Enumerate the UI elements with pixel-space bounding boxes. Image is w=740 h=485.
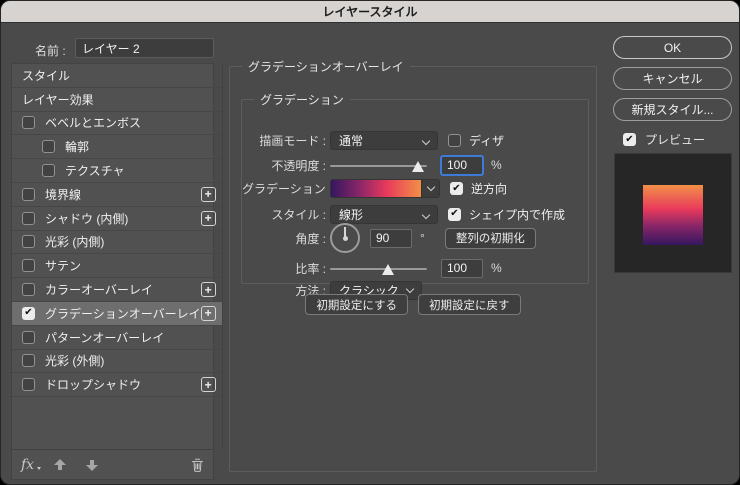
gradient-legend: グラデーション	[254, 91, 350, 108]
sidebar-item-outer-glow[interactable]: 光彩 (外側)	[12, 350, 222, 374]
preview-toggle: ✔ プレビュー	[623, 131, 705, 148]
checkbox[interactable]	[22, 212, 35, 225]
scale-slider-thumb[interactable]	[382, 264, 394, 275]
sidebar-item-drop-shadow[interactable]: ドロップシャドウ +	[12, 373, 222, 397]
sidebar-item-inner-shadow[interactable]: シャドウ (内側) +	[12, 207, 222, 231]
chevron-down-icon	[426, 183, 434, 191]
sidebar-item-bevel-emboss[interactable]: ベベルとエンボス	[12, 112, 222, 136]
checkbox[interactable]	[22, 378, 35, 391]
checkbox[interactable]	[22, 331, 35, 344]
sidebar-item-gradient-overlay[interactable]: ✔ グラデーションオーバーレイ +	[12, 302, 222, 326]
fx-menu-icon[interactable]: fx	[21, 458, 34, 472]
blend-mode-select[interactable]: 通常	[330, 131, 438, 150]
preview-checkbox[interactable]: ✔	[623, 133, 636, 146]
move-down-icon[interactable]	[86, 459, 98, 471]
checkbox[interactable]	[22, 259, 35, 272]
chevron-down-icon	[406, 285, 414, 293]
sidebar-scrollbar[interactable]	[222, 64, 223, 449]
opacity-unit: %	[491, 158, 502, 172]
dialog-title: レイヤースタイル	[1, 1, 739, 23]
angle-unit: °	[420, 231, 425, 245]
angle-dial[interactable]	[330, 223, 360, 253]
angle-input[interactable]	[370, 229, 412, 248]
gradient-swatch[interactable]	[331, 180, 421, 197]
gradient-picker[interactable]	[330, 179, 440, 198]
blend-mode-label: 描画モード :	[242, 132, 326, 149]
sidebar-item-satin[interactable]: サテン	[12, 254, 222, 278]
checkbox[interactable]	[22, 235, 35, 248]
dither-checkbox[interactable]	[448, 134, 461, 147]
add-effect-icon[interactable]: +	[201, 306, 216, 321]
add-effect-icon[interactable]: +	[201, 211, 216, 226]
sidebar-item-contour[interactable]: 輪郭	[12, 135, 222, 159]
sidebar-item-styles[interactable]: スタイル	[12, 64, 222, 88]
reverse-checkbox[interactable]: ✔	[450, 182, 463, 195]
opacity-slider-thumb[interactable]	[412, 161, 424, 172]
gradient-overlay-group: グラデーションオーバーレイ グラデーション 描画モード : 通常 ディザ 不透明…	[229, 58, 597, 472]
scale-input[interactable]	[441, 259, 483, 278]
scale-row: 比率 : %	[242, 258, 580, 278]
make-default-button[interactable]: 初期設定にする	[305, 294, 408, 315]
opacity-row: 不透明度 : %	[242, 155, 580, 175]
defaults-buttons: 初期設定にする 初期設定に戻す	[230, 294, 596, 315]
shape-checkbox[interactable]: ✔	[448, 208, 461, 221]
checkbox[interactable]	[42, 164, 55, 177]
angle-row: 角度 : ° 整列の初期化	[242, 222, 580, 254]
style-select[interactable]: 線形	[330, 205, 438, 224]
sidebar-item-color-overlay[interactable]: カラーオーバーレイ +	[12, 278, 222, 302]
delete-effect-icon[interactable]	[191, 458, 204, 472]
gradient-group: グラデーション 描画モード : 通常 ディザ 不透明度 : % グラデー	[241, 91, 589, 284]
cancel-button[interactable]: キャンセル	[613, 67, 732, 90]
checkbox[interactable]	[22, 354, 35, 367]
opacity-slider[interactable]	[330, 158, 427, 173]
preview-label: プレビュー	[645, 131, 705, 148]
checkbox[interactable]	[42, 140, 55, 153]
checkbox[interactable]	[22, 116, 35, 129]
layer-name-input[interactable]	[75, 38, 214, 58]
gradient-overlay-legend: グラデーションオーバーレイ	[242, 58, 410, 75]
sidebar-item-texture[interactable]: テクスチャ	[12, 159, 222, 183]
chevron-down-icon	[422, 136, 430, 144]
checkbox[interactable]	[22, 283, 35, 296]
reverse-label: 逆方向	[471, 180, 507, 197]
blend-mode-row: 描画モード : 通常 ディザ	[242, 130, 580, 150]
sidebar-item-pattern-overlay[interactable]: パターンオーバーレイ	[12, 326, 222, 350]
styles-sidebar: スタイル レイヤー効果 ベベルとエンボス 輪郭 テクスチャ	[11, 63, 214, 480]
style-label: スタイル :	[242, 206, 326, 223]
reset-default-button[interactable]: 初期設定に戻す	[418, 294, 521, 315]
sidebar-item-layer-effects[interactable]: レイヤー効果	[12, 88, 222, 112]
style-row: スタイル : 線形 ✔ シェイプ内で作成	[242, 204, 580, 224]
checkbox-checked[interactable]: ✔	[22, 307, 35, 320]
dither-label: ディザ	[469, 132, 504, 149]
name-label: 名前 :	[35, 42, 66, 59]
preview-panel	[614, 153, 732, 273]
shape-label: シェイプ内で作成	[469, 206, 565, 223]
chevron-down-icon	[422, 210, 430, 218]
gradient-label: グラデーション :	[242, 180, 326, 197]
opacity-label: 不透明度 :	[242, 157, 326, 174]
gradient-dropdown-button[interactable]	[421, 180, 439, 197]
angle-label: 角度 :	[242, 230, 326, 247]
add-effect-icon[interactable]: +	[201, 377, 216, 392]
add-effect-icon[interactable]: +	[201, 187, 216, 202]
opacity-input[interactable]	[441, 156, 483, 175]
gradient-preview-swatch	[643, 185, 703, 245]
new-style-button[interactable]: 新規スタイル...	[613, 98, 732, 121]
scale-slider[interactable]	[330, 261, 427, 276]
sidebar-item-stroke[interactable]: 境界線 +	[12, 183, 222, 207]
checkbox[interactable]	[22, 188, 35, 201]
sidebar-toolbar: fx	[12, 449, 213, 479]
layer-style-dialog: レイヤースタイル 名前 : OK キャンセル 新規スタイル... ✔ プレビュー…	[0, 0, 740, 485]
styles-list: スタイル レイヤー効果 ベベルとエンボス 輪郭 テクスチャ	[12, 64, 213, 449]
reset-alignment-button[interactable]: 整列の初期化	[445, 228, 536, 249]
scale-label: 比率 :	[242, 260, 326, 277]
add-effect-icon[interactable]: +	[201, 282, 216, 297]
gradient-row: グラデーション : ✔ 逆方向	[242, 178, 580, 199]
sidebar-item-inner-glow[interactable]: 光彩 (内側)	[12, 231, 222, 255]
ok-button[interactable]: OK	[613, 36, 732, 59]
scale-unit: %	[491, 261, 502, 275]
move-up-icon[interactable]	[54, 459, 66, 471]
